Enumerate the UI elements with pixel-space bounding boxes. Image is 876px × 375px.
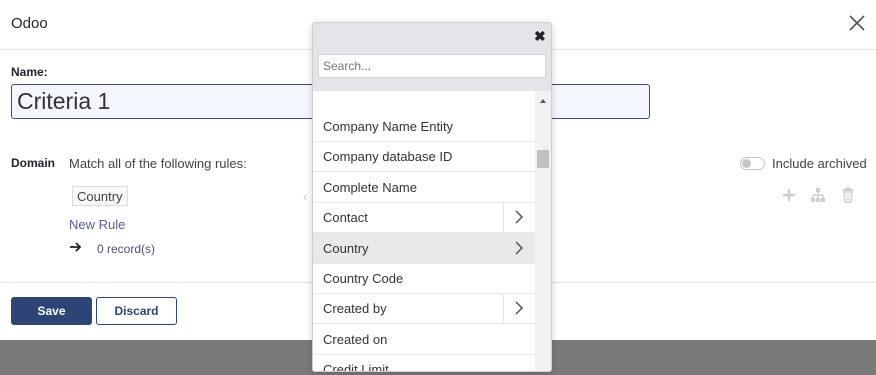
field-list-item-label: Created on <box>323 331 388 347</box>
discard-button[interactable]: Discard <box>96 297 177 325</box>
domain-label: Domain <box>11 156 56 170</box>
save-button[interactable]: Save <box>11 297 92 325</box>
field-list-item[interactable]: Country <box>313 232 535 264</box>
field-list-item-label: Complete Name <box>323 179 417 195</box>
scroll-thumb[interactable] <box>537 150 549 168</box>
field-list-item-label: Country <box>323 240 369 256</box>
include-archived-label: Include archived <box>772 156 867 171</box>
chevron-right-icon[interactable] <box>503 293 535 324</box>
field-list-item[interactable]: Country Code <box>313 263 535 294</box>
trash-icon[interactable] <box>840 187 856 203</box>
field-list-item-label: Country Code <box>323 271 404 286</box>
new-rule-link[interactable]: New Rule <box>69 217 125 232</box>
field-list-item[interactable]: Company database ID <box>313 141 535 173</box>
close-icon[interactable] <box>846 12 868 34</box>
field-search-input[interactable] <box>318 54 546 78</box>
field-list-item[interactable]: Company Name Entity <box>313 111 535 142</box>
include-archived-toggle[interactable] <box>740 157 765 170</box>
chevron-left-icon: ‹ <box>303 189 308 204</box>
scrollbar[interactable] <box>535 91 551 371</box>
name-label: Name: <box>11 65 48 79</box>
field-list-item[interactable]: Contact <box>313 202 535 234</box>
plus-icon[interactable] <box>781 187 797 203</box>
close-icon[interactable]: ✖ <box>534 28 546 45</box>
field-list: Company Name Entity Company database ID Co… <box>313 91 535 372</box>
rule-field-path[interactable]: Country <box>72 186 128 206</box>
arrow-right-icon <box>69 240 83 254</box>
chevron-right-icon[interactable] <box>503 232 535 263</box>
dialog-title: Odoo <box>11 15 48 32</box>
field-list-item[interactable]: Credit Limit <box>313 354 535 372</box>
add-branch-icon[interactable] <box>810 187 826 203</box>
field-list-item-label: Created by <box>323 301 387 317</box>
field-list-item[interactable]: Created on <box>313 324 535 355</box>
field-selector-popover: ✖ Company Name Entity Company database ID… <box>312 22 552 372</box>
field-list-item-label: Company database ID <box>323 149 453 165</box>
field-list-item-label: Credit Limit <box>323 362 389 372</box>
scroll-down-icon[interactable] <box>539 364 547 371</box>
toggle-knob <box>742 159 751 168</box>
chevron-right-icon[interactable] <box>503 202 535 233</box>
field-list-item-label: Company Name Entity <box>323 119 454 134</box>
match-rules-text: Match all of the following rules: <box>69 156 247 171</box>
scroll-up-icon[interactable] <box>539 92 547 103</box>
field-list-item-label: Contact <box>323 210 368 226</box>
field-list-item[interactable]: Complete Name <box>313 172 535 203</box>
record-count-link[interactable]: 0 record(s) <box>97 242 155 256</box>
field-list-item[interactable]: Created by <box>313 293 535 325</box>
